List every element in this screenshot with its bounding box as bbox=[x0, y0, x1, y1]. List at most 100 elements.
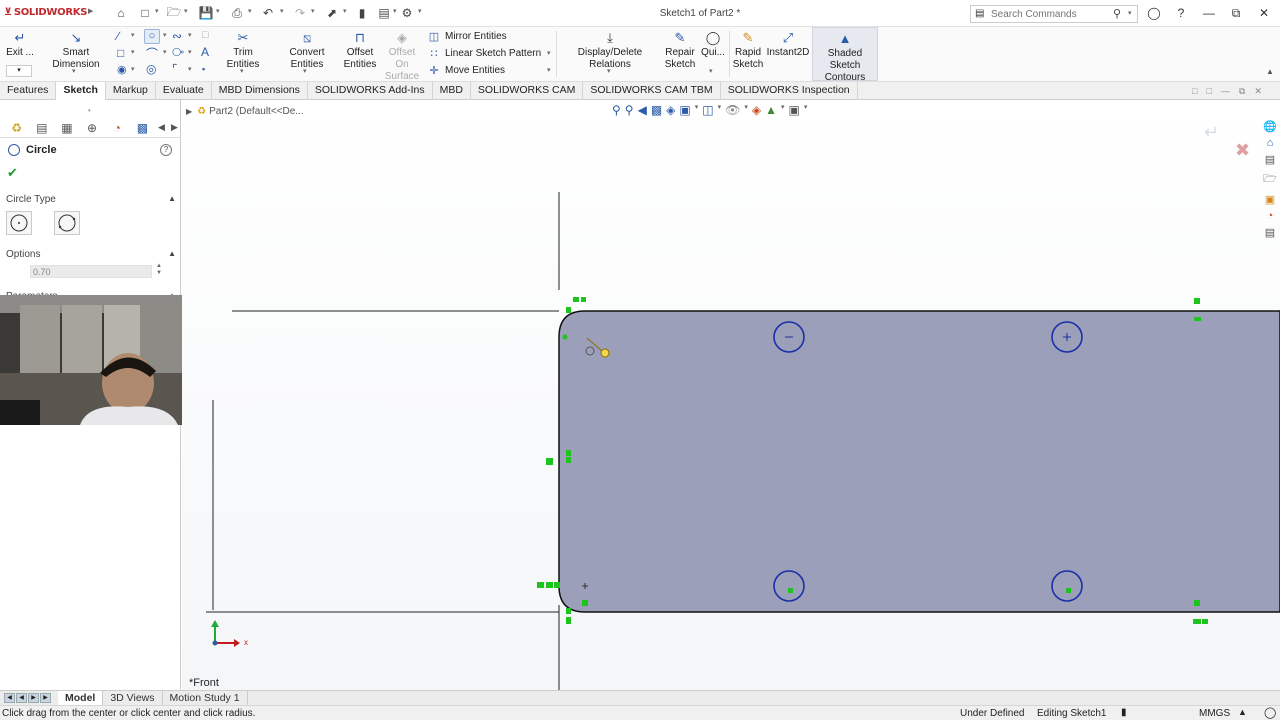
display-style-dropdown-icon[interactable]: ▾ bbox=[718, 103, 722, 117]
circle-tool-icon[interactable]: ○ bbox=[144, 29, 160, 44]
minimize-icon[interactable]: — bbox=[1200, 5, 1218, 21]
dynamic-annotation-icon[interactable]: ◈ bbox=[666, 103, 675, 117]
rebuild-status-icon[interactable]: ▮ bbox=[1121, 707, 1127, 718]
view-orientation-icon[interactable]: ▣ bbox=[679, 103, 690, 117]
configuration-manager-icon[interactable]: ▦ bbox=[54, 119, 79, 137]
confirmation-corner-exit-icon[interactable]: ↵ bbox=[1204, 122, 1219, 143]
save-dropdown-icon[interactable]: ▾ bbox=[216, 7, 220, 15]
previous-view-icon[interactable]: ◀ bbox=[638, 103, 647, 117]
convert-dropdown-icon[interactable]: ▾ bbox=[303, 67, 307, 75]
mdi-restore-icon[interactable]: ⧉ bbox=[1239, 86, 1245, 97]
menu-expand-arrow[interactable]: ▶ bbox=[88, 7, 93, 15]
help-icon[interactable]: ? bbox=[1172, 5, 1190, 21]
property-manager-icon[interactable]: ▤ bbox=[29, 119, 54, 137]
user-account-icon[interactable]: ◯ bbox=[1145, 5, 1163, 21]
mirror-entities-button[interactable]: ◫ Mirror Entities bbox=[427, 28, 507, 44]
print-icon[interactable]: ⎙ bbox=[229, 5, 245, 21]
tab-solidworks-add-ins[interactable]: SOLIDWORKS Add-Ins bbox=[308, 82, 433, 100]
search-commands-box[interactable]: ▤ ⚲ ▾ bbox=[970, 5, 1138, 23]
tab-model[interactable]: Model bbox=[58, 691, 104, 705]
units-dropdown-icon[interactable]: ▲ bbox=[1238, 707, 1247, 717]
options-value-field[interactable] bbox=[30, 265, 152, 278]
tab-sketch[interactable]: Sketch bbox=[56, 82, 106, 100]
confirmation-corner-cancel-icon[interactable]: ✖ bbox=[1235, 140, 1250, 161]
tab-motion-study-1[interactable]: Motion Study 1 bbox=[163, 691, 248, 705]
tab-evaluate[interactable]: Evaluate bbox=[156, 82, 212, 100]
shaded-sketch-contour[interactable] bbox=[558, 310, 1280, 613]
mdi-minimize-icon[interactable]: — bbox=[1221, 86, 1230, 97]
hide-show-dropdown-icon[interactable]: ▾ bbox=[744, 103, 748, 117]
center-circle-button[interactable] bbox=[6, 211, 32, 235]
options-spinner[interactable]: ▲ ▼ bbox=[156, 263, 162, 277]
relations-dropdown-icon[interactable]: ▾ bbox=[607, 67, 611, 75]
text-tool-icon[interactable]: A bbox=[201, 45, 209, 59]
panel-splitter-handle[interactable]: • bbox=[88, 106, 91, 115]
chat-icon[interactable]: ◯ bbox=[1264, 706, 1276, 719]
tab-mbd[interactable]: MBD bbox=[433, 82, 471, 100]
smart-dimension-dropdown-icon[interactable]: ▾ bbox=[72, 67, 76, 75]
help-icon[interactable]: ? bbox=[160, 144, 172, 156]
offset-on-surface-button[interactable]: ◈ Offset On Surface bbox=[381, 30, 423, 83]
display-delete-relations-button[interactable]: ⤓ Display/Delete Relations bbox=[560, 30, 660, 71]
file-properties-dropdown-icon[interactable]: ▾ bbox=[393, 7, 397, 15]
rectangle-icon[interactable]: □ bbox=[117, 46, 124, 60]
mdi-cascade-icon[interactable]: □ bbox=[1206, 86, 1211, 97]
chamfer-dropdown-icon[interactable]: ▾ bbox=[188, 65, 192, 73]
tab-solidworks-cam-tbm[interactable]: SOLIDWORKS CAM TBM bbox=[583, 82, 721, 100]
line-icon[interactable]: ∕ bbox=[117, 29, 119, 43]
view-settings-icon[interactable]: ▣ bbox=[789, 103, 800, 117]
display-manager-icon[interactable]: ◔ bbox=[105, 119, 130, 137]
prev-tab-arrow-icon[interactable]: ◀ bbox=[16, 693, 27, 703]
graphics-area[interactable]: x ⚲ ⚲ ◀ ▩ ◈ ▣ ▾ ◫ ▾ 👁 ▾ ◈ ▲ ▾ ▣ ▾ □ ↵ ✖ … bbox=[182, 100, 1280, 690]
undo-icon[interactable]: ↶ bbox=[260, 5, 276, 21]
circle-type-group-header[interactable]: Circle Type ▲ bbox=[6, 194, 176, 205]
tab-mbd-dimensions[interactable]: MBD Dimensions bbox=[212, 82, 308, 100]
linear-pattern-dropdown-icon[interactable]: ▾ bbox=[547, 49, 551, 57]
options-gear-icon[interactable]: ⚙ bbox=[399, 5, 415, 21]
open-dropdown-icon[interactable]: ▾ bbox=[184, 7, 188, 15]
close-icon[interactable]: ✕ bbox=[1255, 5, 1273, 21]
zoom-to-area-icon[interactable]: ⚲ bbox=[625, 103, 634, 117]
appearances-icon[interactable]: ◔ bbox=[1267, 210, 1274, 222]
move-entities-button[interactable]: ✛ Move Entities bbox=[427, 62, 505, 78]
feature-manager-icon[interactable]: ♻ bbox=[4, 119, 29, 137]
restore-icon[interactable]: ⧉ bbox=[1227, 5, 1245, 21]
panel-scroll-right-icon[interactable]: ▶ bbox=[168, 119, 181, 137]
arc-icon[interactable]: ⌒ bbox=[146, 45, 158, 62]
edit-appearance-icon[interactable]: ◈ bbox=[752, 103, 761, 117]
options-group-header[interactable]: Options ▲ bbox=[6, 249, 176, 260]
display-style-icon[interactable]: ◫ bbox=[702, 103, 713, 117]
home-icon[interactable]: ⌂ bbox=[1267, 137, 1274, 149]
exit-dropdown-icon[interactable]: ▾ bbox=[6, 65, 32, 77]
quick-snaps-button[interactable]: ◯ Qui... bbox=[700, 30, 726, 59]
mdi-close-icon[interactable]: ✕ bbox=[1254, 86, 1262, 97]
undo-dropdown-icon[interactable]: ▾ bbox=[280, 7, 284, 15]
sketch-fillet-icon[interactable]: □ bbox=[202, 29, 209, 41]
spline-icon[interactable]: ∾ bbox=[172, 29, 182, 43]
quick-snaps-dropdown-icon[interactable]: ▾ bbox=[709, 67, 713, 75]
zoom-to-fit-icon[interactable]: ⚲ bbox=[612, 103, 621, 117]
rapid-sketch-button[interactable]: ✎ Rapid Sketch bbox=[733, 30, 764, 71]
move-dropdown-icon[interactable]: ▾ bbox=[547, 66, 551, 74]
rectangle-dropdown-icon[interactable]: ▾ bbox=[131, 48, 135, 56]
redo-dropdown-icon[interactable]: ▾ bbox=[311, 7, 315, 15]
apply-scene-icon[interactable]: ▲ bbox=[765, 103, 777, 117]
mdi-tile-icon[interactable]: □ bbox=[1192, 86, 1197, 97]
new-document-icon[interactable]: □ bbox=[137, 5, 153, 21]
tangent-point-marker[interactable] bbox=[562, 334, 568, 340]
search-dropdown-icon[interactable]: ▾ bbox=[1128, 9, 1132, 17]
section-view-icon[interactable]: ▩ bbox=[651, 103, 662, 117]
linear-sketch-pattern-button[interactable]: ∷ Linear Sketch Pattern bbox=[427, 45, 542, 61]
rebuild-icon[interactable]: ▮ bbox=[354, 5, 370, 21]
search-input[interactable] bbox=[991, 7, 1111, 21]
sketch-circle-bottom-left[interactable] bbox=[773, 570, 805, 602]
tab-solidworks-inspection[interactable]: SOLIDWORKS Inspection bbox=[721, 82, 858, 100]
offset-entities-button[interactable]: ⊓ Offset Entities bbox=[343, 30, 377, 71]
solidworks-resources-icon[interactable]: 🌐 bbox=[1263, 120, 1277, 133]
trim-entities-button[interactable]: ✂ Trim Entities bbox=[216, 30, 270, 71]
select-cursor-icon[interactable]: ⬈ bbox=[324, 5, 340, 21]
point-icon[interactable]: ▪ bbox=[202, 64, 205, 74]
select-dropdown-icon[interactable]: ▾ bbox=[343, 7, 347, 15]
open-folder-icon[interactable]: 🗁 bbox=[166, 5, 182, 21]
arc-dropdown-icon[interactable]: ▾ bbox=[163, 48, 167, 56]
